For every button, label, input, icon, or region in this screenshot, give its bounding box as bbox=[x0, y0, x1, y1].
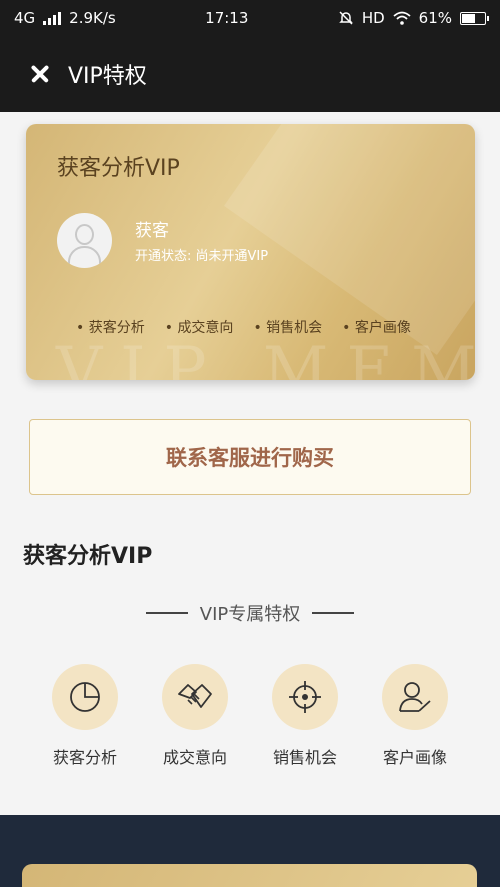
nav-bar: VIP特权 bbox=[0, 36, 500, 112]
mute-bell-icon bbox=[339, 11, 353, 25]
target-icon bbox=[289, 681, 321, 713]
section-title: 获客分析VIP bbox=[23, 544, 153, 569]
status-bar: 4G 2.9K/s 17:13 HD 61% bbox=[0, 0, 500, 36]
battery-icon bbox=[460, 11, 489, 25]
card-title: 获客分析VIP bbox=[57, 156, 180, 181]
avatar-body-icon bbox=[68, 246, 101, 268]
handshake-icon bbox=[178, 684, 212, 708]
page-title: VIP特权 bbox=[68, 64, 147, 89]
privilege-label: 销售机会 bbox=[272, 748, 337, 767]
card-feature-item: 获客分析 bbox=[76, 317, 145, 337]
status-right: HD 61% bbox=[338, 9, 489, 27]
privilege-item-intent[interactable]: 成交意向 bbox=[140, 664, 250, 768]
network-speed: 2.9K/s bbox=[69, 9, 116, 27]
status-left: 4G 2.9K/s bbox=[14, 9, 116, 27]
vip-status: 开通状态: 尚未开通VIP bbox=[135, 249, 269, 264]
battery-percent: 61% bbox=[418, 9, 452, 27]
card-feature-item: 销售机会 bbox=[253, 317, 322, 337]
pie-chart-icon bbox=[70, 682, 100, 712]
card-feature-item: 客户画像 bbox=[342, 317, 411, 337]
user-profile-icon bbox=[399, 682, 431, 712]
wifi-icon bbox=[393, 11, 411, 25]
card-watermark: VIP MEMB bbox=[56, 334, 475, 380]
card-feature-item: 成交意向 bbox=[165, 317, 233, 337]
signal-icon bbox=[43, 11, 62, 25]
privileges-subtitle: VIP专属特权 bbox=[199, 604, 301, 625]
privilege-label: 客户画像 bbox=[382, 748, 447, 767]
privilege-item-profile[interactable]: 客户画像 bbox=[360, 664, 470, 768]
privileges-heading: VIP专属特权 bbox=[0, 600, 500, 626]
privilege-item-analysis[interactable]: 获客分析 bbox=[30, 664, 140, 768]
hd-indicator: HD bbox=[361, 9, 385, 27]
user-name: 获客 bbox=[135, 221, 169, 241]
contact-support-button[interactable]: 联系客服进行购买 bbox=[29, 419, 471, 495]
divider-line bbox=[145, 612, 188, 614]
privilege-list: 获客分析 成交意向 销售机会 客户画像 bbox=[30, 664, 470, 768]
network-type: 4G bbox=[14, 9, 36, 27]
footer-card-preview bbox=[22, 864, 477, 887]
privilege-label: 获客分析 bbox=[52, 748, 117, 767]
avatar-head-icon bbox=[75, 224, 94, 245]
clock: 17:13 bbox=[205, 9, 249, 27]
vip-card: VIP MEMB 获客分析VIP 获客 开通状态: 尚未开通VIP 获客分析 成… bbox=[26, 124, 475, 380]
close-icon[interactable] bbox=[28, 62, 52, 86]
privilege-label: 成交意向 bbox=[162, 748, 227, 767]
card-feature-list: 获客分析 成交意向 销售机会 客户画像 bbox=[76, 317, 411, 337]
privilege-item-opportunity[interactable]: 销售机会 bbox=[250, 664, 360, 768]
avatar bbox=[57, 213, 112, 268]
divider-line bbox=[312, 612, 355, 614]
